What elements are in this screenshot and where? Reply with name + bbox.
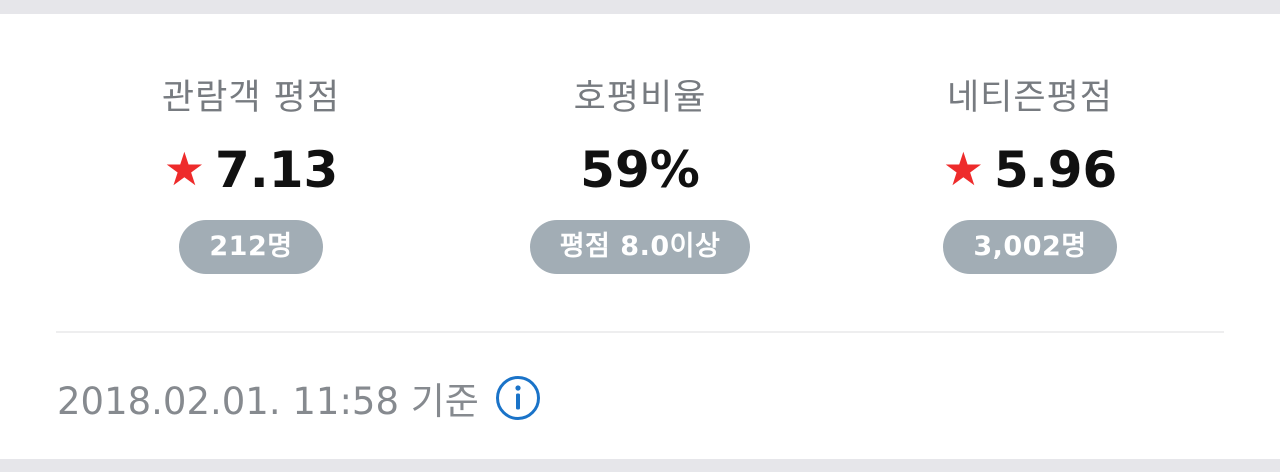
bottom-separator-band [0,459,1280,472]
positive-ratio-value: 59% [580,141,700,199]
star-icon: ★ [942,142,984,196]
netizen-rating-panel: 네티즌평점 ★ 5.96 3,002명 [830,74,1230,284]
positive-ratio-criteria-badge: 평점 8.0이상 [529,220,751,274]
top-separator-band [0,0,1280,14]
timestamp-text: 2018.02.01. 11:58 기준 [57,380,479,423]
section-divider [56,331,1224,333]
audience-count-badge: 212명 [179,220,323,274]
rating-footer: 2018.02.01. 11:58 기준 [57,373,541,423]
audience-rating-value-row: ★ 7.13 [51,140,451,200]
netizen-rating-value: 5.96 [993,141,1118,199]
audience-rating-panel: 관람객 평점 ★ 7.13 212명 [51,74,451,284]
audience-rating-value: 7.13 [214,141,339,199]
netizen-count-badge: 3,002명 [943,220,1117,274]
positive-ratio-panel: 호평비율 59% 평점 8.0이상 [440,74,840,284]
audience-rating-label: 관람객 평점 [161,78,341,118]
positive-ratio-label: 호평비율 [573,78,707,118]
netizen-rating-value-row: ★ 5.96 [830,140,1230,200]
info-icon[interactable] [495,375,541,421]
star-icon: ★ [163,142,205,196]
positive-ratio-value-row: 59% [440,140,840,200]
netizen-rating-label: 네티즌평점 [946,78,1113,118]
